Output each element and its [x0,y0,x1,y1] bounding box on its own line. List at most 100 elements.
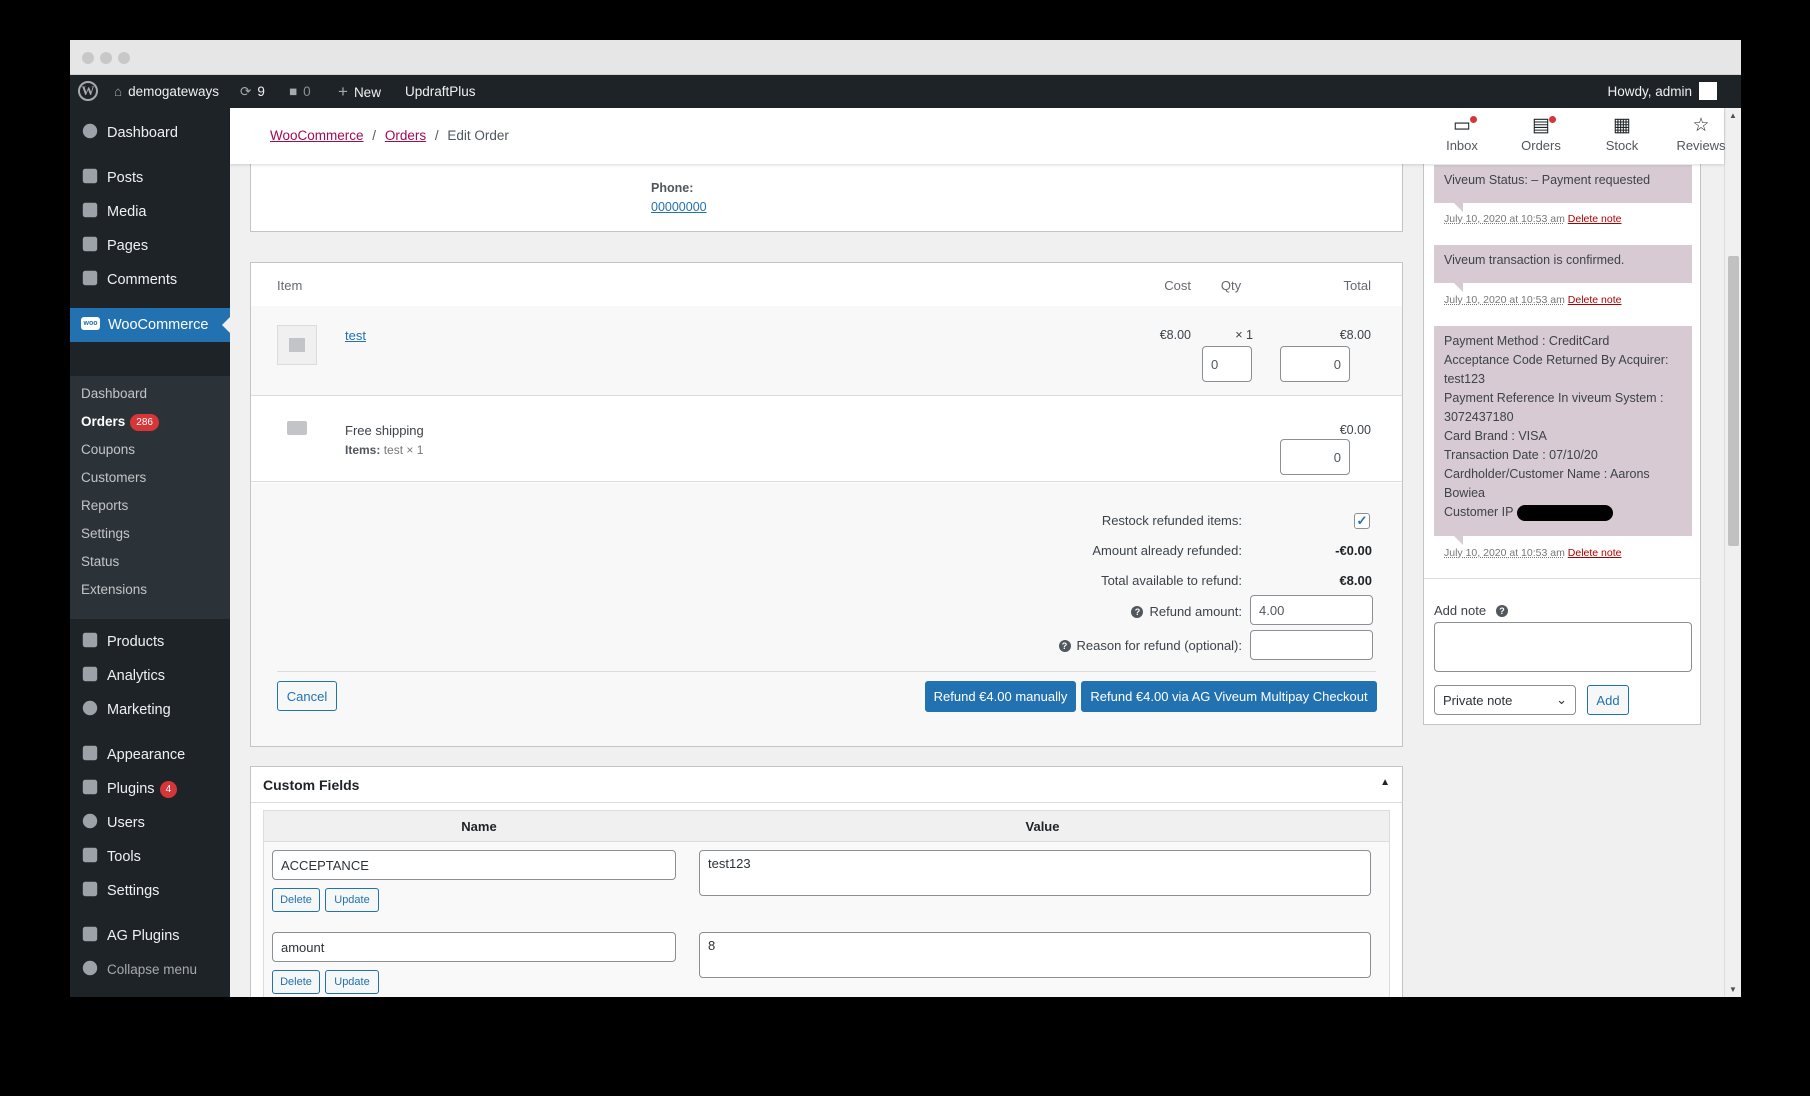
add-note-textarea[interactable] [1434,622,1692,672]
update-meta-button[interactable]: Update [325,888,379,912]
delete-meta-button[interactable]: Delete [272,970,320,994]
truck-icon [287,421,307,435]
menu-posts[interactable]: Posts [70,161,230,195]
column-item: Item [277,278,303,293]
page-scrollbar[interactable]: ▲ ▼ [1724,108,1741,997]
orders-count-badge: 286 [130,413,159,431]
woocommerce-header: WooCommerce / Orders / Edit Order ▭ Inbox… [230,108,1726,164]
submenu-customers[interactable]: Customers [81,465,146,491]
product-qty: × 1 [1235,328,1253,342]
custom-fields-table-header: Name Value [263,810,1390,842]
restock-label: Restock refunded items: [1101,513,1242,528]
megaphone-icon [82,700,98,716]
scroll-down-arrow-icon[interactable]: ▼ [1729,985,1737,994]
delete-note-link[interactable]: Delete note [1568,213,1622,225]
menu-appearance[interactable]: Appearance [70,738,230,772]
inbox-icon: ▭ [1453,115,1471,136]
chevron-down-icon: ⌄ [1556,692,1567,707]
refund-total-input[interactable]: 0 [1280,346,1350,382]
product-link[interactable]: test [345,328,366,343]
submenu-dashboard[interactable]: Dashboard [81,381,147,407]
meta-value-textarea[interactable]: test123 [699,850,1371,896]
updates-link[interactable]: ⟳ 9 [240,75,265,108]
new-content-link[interactable]: + New [338,75,381,108]
close-window-dot[interactable] [82,52,94,64]
menu-woocommerce[interactable]: woo WooCommerce [70,308,230,342]
submenu-reports[interactable]: Reports [81,493,128,519]
menu-comments[interactable]: Comments [70,263,230,297]
menu-settings[interactable]: Settings [70,874,230,908]
dashboard-icon [82,123,98,139]
stock-button[interactable]: ▦ Stock [1587,115,1657,154]
collapse-arrow-icon[interactable]: ▲ [1380,777,1390,788]
meta-key-input[interactable]: ACCEPTANCE [272,850,676,880]
cancel-button[interactable]: Cancel [277,681,337,711]
breadcrumb: WooCommerce / Orders / Edit Order [270,128,509,143]
minimize-window-dot[interactable] [100,52,112,64]
custom-fields-box: Custom Fields ▲ Name Value ACCEPTANCE te… [250,766,1403,997]
menu-plugins[interactable]: Plugins 4 [70,772,230,806]
woocommerce-submenu: Dashboard Orders 286 Coupons Customers Re… [70,376,230,619]
refund-qty-input[interactable]: 0 [1202,346,1252,382]
phone-link[interactable]: 00000000 [651,200,707,214]
wordpress-logo-icon[interactable]: W [78,75,98,108]
shipping-refund-input[interactable]: 0 [1280,439,1350,475]
help-icon: ? [1496,604,1509,617]
site-name-link[interactable]: ⌂ demogateways [114,75,219,108]
column-value: Value [1025,819,1060,834]
delete-note-link[interactable]: Delete note [1568,294,1622,306]
menu-users[interactable]: Users [70,806,230,840]
brush-icon [82,745,98,761]
delete-note-link[interactable]: Delete note [1568,547,1622,559]
account-menu[interactable]: Howdy, admin [1607,75,1717,108]
submenu-status[interactable]: Status [81,549,119,575]
comments-link[interactable]: ■ 0 [289,75,311,108]
browser-window: W ⌂ demogateways ⟳ 9 ■ 0 + New UpdraftPlus H… [70,40,1741,997]
menu-products[interactable]: Products [70,625,230,659]
custom-fields-header[interactable]: Custom Fields ▲ [251,767,1402,803]
update-meta-button[interactable]: Update [325,970,379,994]
settings-icon [82,881,98,897]
breadcrumb-woocommerce[interactable]: WooCommerce [270,128,364,143]
menu-analytics[interactable]: Analytics [70,659,230,693]
collapse-menu[interactable]: Collapse menu [70,953,230,987]
product-total: €8.00 [1339,328,1371,342]
meta-key-input[interactable]: amount [272,932,676,962]
add-note-button[interactable]: Add [1587,685,1629,715]
restock-checkbox[interactable]: ✓ [1354,513,1370,529]
meta-value-textarea[interactable]: 8 [699,932,1371,978]
media-icon [82,202,98,218]
submenu-extensions[interactable]: Extensions [81,577,147,603]
menu-pages[interactable]: Pages [70,229,230,263]
products-icon [82,632,98,648]
add-note-label: Add note? [1434,603,1514,618]
submenu-settings[interactable]: Settings [81,521,130,547]
phone-label: Phone: [651,181,694,195]
refund-manually-button[interactable]: Refund €4.00 manually [925,681,1076,712]
submenu-orders[interactable]: Orders 286 [81,409,159,435]
stock-icon: ▦ [1613,115,1631,136]
delete-meta-button[interactable]: Delete [272,888,320,912]
menu-media[interactable]: Media [70,195,230,229]
menu-tools[interactable]: Tools [70,840,230,874]
breadcrumb-orders[interactable]: Orders [385,128,426,143]
menu-dashboard[interactable]: Dashboard [70,116,230,150]
note-type-select[interactable]: Private note ⌄ [1434,685,1576,715]
menu-marketing[interactable]: Marketing [70,693,230,727]
home-icon: ⌂ [114,84,123,99]
menu-ag-plugins[interactable]: AG Plugins [70,919,230,953]
redaction-mark [1517,504,1614,521]
reviews-button[interactable]: ☆ Reviews [1666,116,1736,154]
inbox-button[interactable]: ▭ Inbox [1427,115,1497,154]
refund-amount-input[interactable]: 4.00 [1250,595,1373,625]
refund-gateway-button[interactable]: Refund €4.00 via AG Viveum Multipay Chec… [1081,681,1377,712]
shipping-items: Items: test × 1 [345,443,424,457]
plugins-count-badge: 4 [159,780,178,798]
updraftplus-link[interactable]: UpdraftPlus [405,75,476,108]
orders-button[interactable]: ▤ Orders [1506,116,1576,154]
refund-reason-input[interactable] [1250,630,1373,660]
note-meta: July 10, 2020 at 10:53 am Delete note [1444,213,1622,225]
submenu-coupons[interactable]: Coupons [81,437,135,463]
scrollbar-thumb[interactable] [1728,256,1739,546]
maximize-window-dot[interactable] [118,52,130,64]
